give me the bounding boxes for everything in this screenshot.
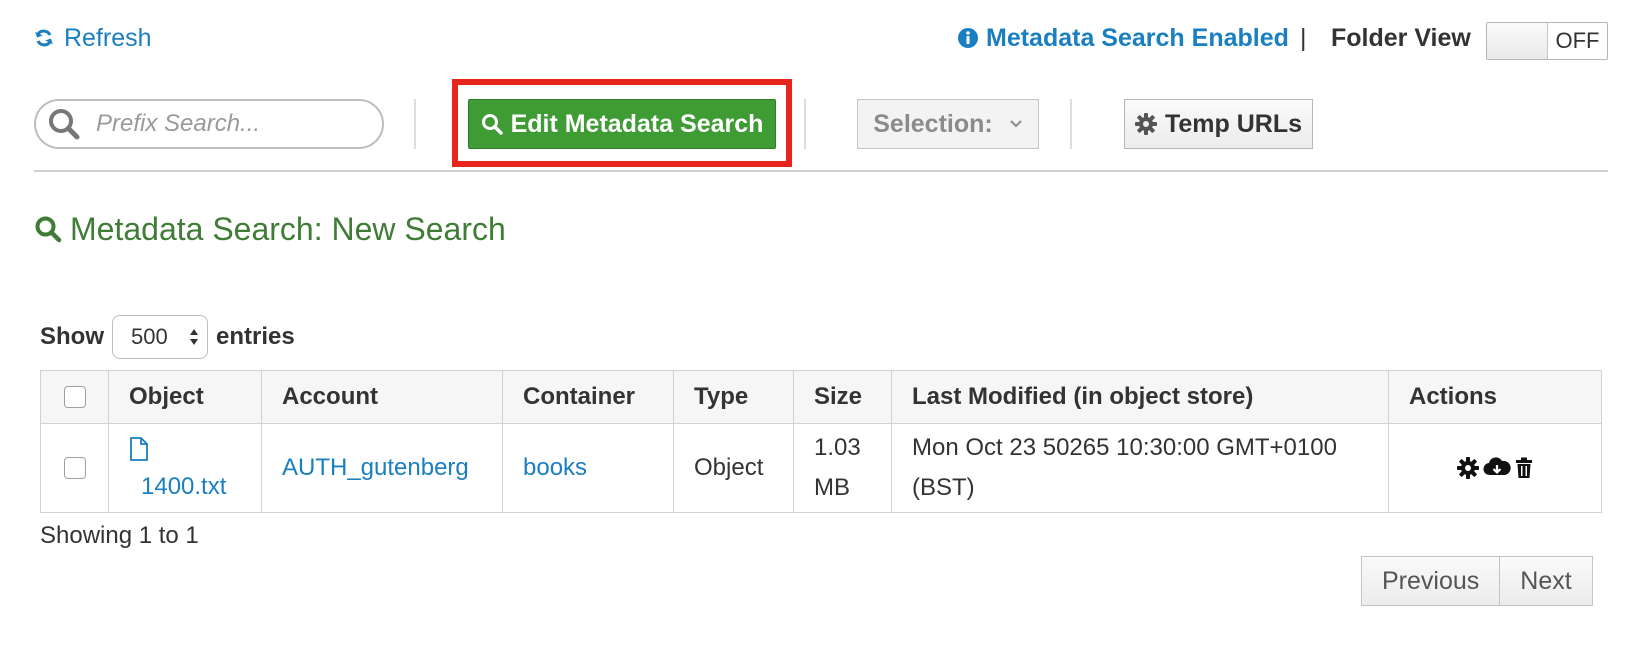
account-link[interactable]: AUTH_gutenberg xyxy=(261,423,503,513)
cloud-download-icon[interactable] xyxy=(1483,457,1511,479)
column-header[interactable]: Object xyxy=(108,370,262,424)
entries-select-value: 500 xyxy=(131,324,168,349)
results-table: Object Account Container Type Size Last … xyxy=(40,370,1602,513)
row-checkbox[interactable] xyxy=(63,457,86,479)
temp-urls-button[interactable]: Temp URLs xyxy=(1124,99,1313,149)
selection-label: Selection: xyxy=(873,109,993,138)
row-select-cell xyxy=(40,423,109,513)
object-link[interactable]: 1400.txt xyxy=(129,468,241,506)
header-separator: | xyxy=(1300,24,1307,52)
object-cell: 1400.txt xyxy=(108,423,262,513)
toggle-state: OFF xyxy=(1555,28,1600,53)
entries-length-control: Show 500 entries xyxy=(40,315,295,359)
container-link[interactable]: books xyxy=(502,423,674,513)
column-header[interactable]: Account xyxy=(261,370,503,424)
select-all-checkbox[interactable] xyxy=(63,386,86,408)
folder-view-toggle[interactable]: OFF xyxy=(1486,22,1608,60)
select-arrows-icon xyxy=(189,328,199,346)
folder-view-label: Folder View xyxy=(1331,24,1471,52)
toolbar-divider-line xyxy=(34,170,1608,172)
column-header[interactable]: Size xyxy=(793,370,892,424)
selection-dropdown[interactable]: Selection: xyxy=(857,99,1039,149)
metadata-search-status: Metadata Search Enabled xyxy=(958,22,1289,54)
edit-metadata-search-label: Edit Metadata Search xyxy=(510,109,764,138)
toggle-knob xyxy=(1487,23,1548,59)
next-button[interactable]: Next xyxy=(1500,556,1593,606)
prefix-search[interactable] xyxy=(34,99,384,149)
search-icon xyxy=(481,113,503,135)
search-icon xyxy=(34,215,62,243)
actions-cell xyxy=(1388,423,1602,513)
refresh-icon xyxy=(34,28,54,48)
gear-icon xyxy=(1134,113,1157,135)
edit-metadata-search-button[interactable]: Edit Metadata Search xyxy=(468,99,776,149)
toolbar-divider xyxy=(804,99,806,149)
table-row: 1400.txt AUTH_gutenberg books Object 1.0… xyxy=(40,423,1602,513)
column-header[interactable]: Container xyxy=(502,370,674,424)
chevron-down-icon xyxy=(1009,119,1023,129)
column-header[interactable]: Last Modified (in object store) xyxy=(891,370,1389,424)
table-info: Showing 1 to 1 xyxy=(40,522,199,549)
toolbar-divider xyxy=(1070,99,1072,149)
show-label: Show xyxy=(40,323,104,350)
entries-select[interactable]: 500 xyxy=(112,315,208,359)
toolbar-divider xyxy=(414,99,416,149)
prefix-search-input[interactable] xyxy=(94,109,358,139)
previous-button[interactable]: Previous xyxy=(1361,556,1501,606)
refresh-link[interactable]: Refresh xyxy=(34,22,152,54)
trash-icon[interactable] xyxy=(1515,457,1533,479)
info-icon xyxy=(958,28,978,48)
page-title: Metadata Search: New Search xyxy=(34,209,506,249)
type-cell: Object xyxy=(673,423,794,513)
table-header-row: Object Account Container Type Size Last … xyxy=(40,370,1602,424)
entries-label: entries xyxy=(216,323,295,350)
column-header[interactable]: Type xyxy=(673,370,794,424)
refresh-label: Refresh xyxy=(64,23,152,52)
select-all-cell xyxy=(40,370,109,424)
pagination: Previous Next xyxy=(1361,556,1593,606)
page-title-text: Metadata Search: New Search xyxy=(70,210,506,247)
size-cell: 1.03 MB xyxy=(793,423,892,513)
metadata-search-status-label: Metadata Search Enabled xyxy=(986,23,1289,52)
search-icon xyxy=(48,108,80,140)
gear-icon[interactable] xyxy=(1457,457,1479,479)
column-header: Actions xyxy=(1388,370,1602,424)
temp-urls-label: Temp URLs xyxy=(1164,109,1303,138)
last-modified-cell: Mon Oct 23 50265 10:30:00 GMT+0100 (BST) xyxy=(891,423,1389,513)
file-icon xyxy=(129,430,241,468)
